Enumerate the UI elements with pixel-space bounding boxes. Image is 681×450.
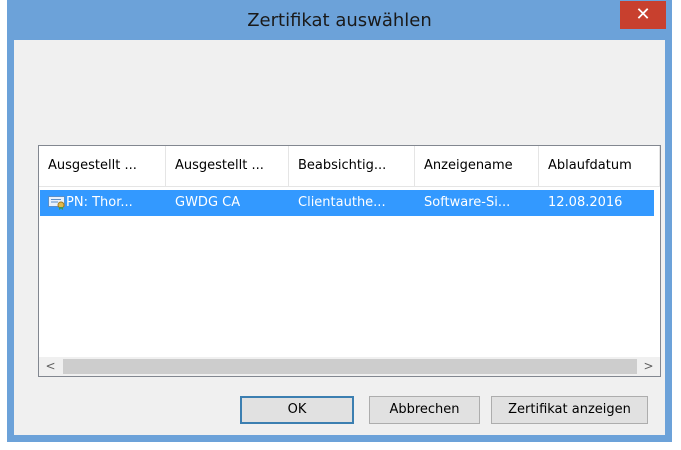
dialog-client-area: Ausgestellt ... Ausgestellt ... Beabsich… bbox=[14, 40, 665, 435]
list-header: Ausgestellt ... Ausgestellt ... Beabsich… bbox=[39, 146, 660, 187]
chevron-left-icon: < bbox=[45, 359, 56, 373]
column-header-intended-purpose[interactable]: Beabsichtig... bbox=[289, 146, 415, 186]
certificate-icon bbox=[48, 196, 65, 210]
certificate-list[interactable]: Ausgestellt ... Ausgestellt ... Beabsich… bbox=[38, 145, 661, 377]
dialog-window: Zertifikat auswählen ✕ Ausgestellt ... A… bbox=[7, 0, 672, 442]
view-certificate-button[interactable]: Zertifikat anzeigen bbox=[491, 396, 648, 424]
column-header-issued-by[interactable]: Ausgestellt ... bbox=[166, 146, 289, 186]
scroll-left-arrow[interactable]: < bbox=[41, 357, 60, 376]
cancel-button[interactable]: Abbrechen bbox=[369, 396, 480, 424]
column-header-friendly-name[interactable]: Anzeigename bbox=[415, 146, 539, 186]
close-icon: ✕ bbox=[635, 4, 651, 25]
cell-issued-by: GWDG CA bbox=[175, 195, 241, 210]
column-header-expiration-date[interactable]: Ablaufdatum bbox=[539, 146, 660, 186]
certificate-row[interactable]: PN: Thor... GWDG CA Clientauthe... Softw… bbox=[40, 190, 654, 216]
close-button[interactable]: ✕ bbox=[620, 1, 666, 29]
ok-button[interactable]: OK bbox=[240, 396, 354, 424]
scrollbar-thumb[interactable] bbox=[63, 359, 637, 374]
horizontal-scrollbar[interactable]: < > bbox=[39, 357, 660, 376]
cell-expiration-date: 12.08.2016 bbox=[548, 195, 623, 210]
cell-issued-to: PN: Thor... bbox=[66, 195, 133, 210]
title-bar[interactable]: Zertifikat auswählen ✕ bbox=[7, 0, 672, 40]
cell-intended-purpose: Clientauthe... bbox=[298, 195, 386, 210]
scroll-right-arrow[interactable]: > bbox=[639, 357, 658, 376]
column-header-issued-to[interactable]: Ausgestellt ... bbox=[39, 146, 166, 186]
chevron-right-icon: > bbox=[643, 359, 654, 373]
dialog-title: Zertifikat auswählen bbox=[247, 10, 432, 31]
cell-friendly-name: Software-Si... bbox=[424, 195, 511, 210]
